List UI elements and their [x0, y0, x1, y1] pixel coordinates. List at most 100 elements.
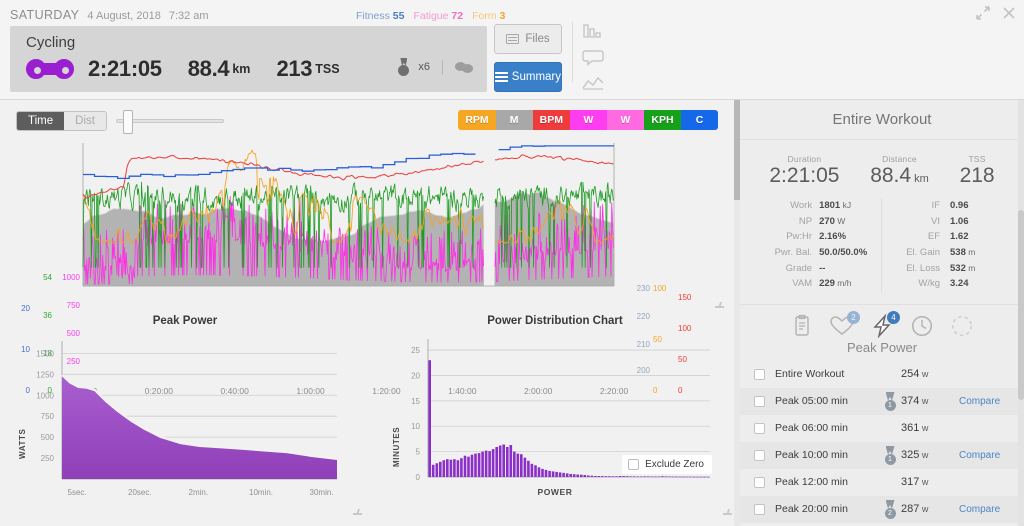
comments-icon[interactable] — [455, 60, 473, 74]
svg-text:1500: 1500 — [36, 349, 54, 358]
stat-value: 3.24 — [947, 276, 1012, 292]
exclude-zero-checkbox[interactable] — [628, 459, 639, 470]
heart-icon[interactable]: 2 — [828, 314, 856, 338]
compare-link[interactable]: Compare — [959, 450, 1000, 461]
svg-text:250: 250 — [41, 454, 55, 463]
legend-button-w-4[interactable]: W — [607, 110, 644, 130]
time-mode-button[interactable]: Time — [17, 112, 64, 130]
axis-mode-toggle[interactable]: Time Dist — [16, 111, 107, 131]
power-distribution-xlabel: POWER — [537, 487, 572, 497]
compare-link[interactable]: Compare — [959, 396, 1000, 407]
activity-card[interactable]: Cycling 2:21:05 88.4 km 213 TSS x — [10, 26, 487, 92]
legend-button-w-3[interactable]: W — [570, 110, 607, 130]
medal-icon — [397, 58, 409, 76]
clock-icon[interactable] — [908, 314, 936, 338]
peak-power-plot[interactable]: WATTS 2505007501000125015005sec.20sec.2m… — [0, 327, 370, 507]
table-row[interactable]: Peak 20:00 min2287 wCompare — [740, 496, 1024, 523]
series-legend: RPMMBPMWWKPHC — [458, 110, 718, 130]
stat-row: W/kg3.24 — [882, 276, 1012, 292]
stat-unit: m — [966, 247, 975, 257]
date-label: 4 August, 2018 — [87, 10, 160, 22]
dist-mode-button[interactable]: Dist — [64, 112, 106, 130]
dashed-circle-icon[interactable] — [948, 314, 976, 338]
table-row[interactable]: Peak 10:00 min1325 wCompare — [740, 442, 1024, 469]
power-distribution-plot[interactable]: MINUTES 0510152025 POWER Exclude Zero — [370, 327, 740, 507]
stat-row: El. Loss532 m — [882, 261, 1012, 277]
legend-button-m-1[interactable]: M — [496, 110, 533, 130]
summary-panel-scrollbar[interactable] — [1018, 100, 1024, 526]
main-chart-area: Time Dist RPMMBPMWWKPHC 20 10 0 54 36 18… — [0, 100, 740, 526]
clipboard-icon[interactable] — [788, 314, 816, 338]
peak-power-resize-handle[interactable] — [352, 506, 362, 516]
stat-value: 1801 kJ — [819, 198, 881, 214]
timeline-resize-handle[interactable] — [714, 299, 724, 309]
legend-button-bpm-2[interactable]: BPM — [533, 110, 570, 130]
table-row[interactable]: Peak 05:00 min1374 wCompare — [740, 388, 1024, 415]
expand-icon[interactable] — [976, 6, 990, 20]
stat-row: Pw:Hr2.16% — [752, 229, 881, 245]
exclude-zero-toggle[interactable]: Exclude Zero — [622, 455, 712, 474]
row-unit: w — [919, 396, 928, 406]
svg-text:10min.: 10min. — [249, 488, 273, 497]
table-row[interactable]: Entire Workout 254 w — [740, 361, 1024, 388]
summary-button-label: Summary — [512, 71, 561, 83]
headline-stat-value: 218 — [960, 164, 995, 188]
row-value: 325 w — [901, 449, 959, 461]
legend-button-rpm-0[interactable]: RPM — [458, 110, 495, 130]
headline-stat-label: TSS — [960, 154, 995, 164]
row-checkbox[interactable] — [754, 504, 765, 515]
comment-icon[interactable] — [580, 48, 606, 66]
trend-chart-icon[interactable] — [580, 74, 606, 92]
compare-link[interactable]: Compare — [959, 504, 1000, 515]
legend-button-c-6[interactable]: C — [681, 110, 718, 130]
lightning-icon[interactable]: 4 — [868, 314, 896, 338]
headline-stat-value: 88.4 km — [870, 164, 929, 188]
table-row[interactable]: Peak 06:00 min361 w — [740, 415, 1024, 442]
stat-key: Pw:Hr — [752, 229, 819, 245]
activity-tss: 213 — [276, 56, 312, 82]
power-distribution-resize-handle[interactable] — [722, 506, 732, 516]
close-icon[interactable] — [1002, 6, 1016, 20]
stat-key: VI — [882, 214, 947, 230]
summary-button[interactable]: Summary — [494, 62, 562, 92]
row-medal-slot: 1 — [879, 392, 901, 411]
svg-text:20: 20 — [411, 371, 420, 380]
row-checkbox[interactable] — [754, 450, 765, 461]
headline-stat-label: Duration — [769, 154, 839, 164]
power-distribution-ylabel: MINUTES — [392, 427, 401, 467]
date-header: SATURDAY 4 August, 2018 7:32 am — [10, 8, 209, 24]
scrollbar-thumb[interactable] — [1018, 210, 1024, 400]
files-button-label: Files — [525, 33, 549, 45]
fatigue-label: Fatigue — [413, 10, 448, 22]
exclude-zero-label: Exclude Zero — [645, 459, 704, 470]
workout-timeline-chart[interactable] — [0, 138, 740, 318]
heart-badge: 2 — [847, 311, 860, 324]
fitness-value: 55 — [393, 10, 405, 22]
row-label: Entire Workout — [775, 368, 879, 380]
stat-row: VI1.06 — [882, 214, 1012, 230]
stat-key: Pwr. Bal. — [752, 245, 819, 261]
row-checkbox[interactable] — [754, 396, 765, 407]
row-value: 254 w — [901, 368, 959, 380]
peak-section-title: Peak Power — [740, 340, 1024, 355]
svg-text:1000: 1000 — [36, 391, 54, 400]
legend-button-kph-5[interactable]: KPH — [644, 110, 681, 130]
detail-stats-right: IF0.96VI1.06EF1.62El. Gain538 mEl. Loss5… — [882, 198, 1012, 292]
stat-value: 532 m — [947, 261, 1012, 277]
workout-detail-window: SATURDAY 4 August, 2018 7:32 am Fitness … — [0, 0, 1024, 526]
peak-power-table: Entire Workout254 wPeak 05:00 min1374 wC… — [740, 361, 1024, 526]
stat-key: IF — [882, 198, 947, 214]
stat-unit: kJ — [840, 200, 851, 210]
headline-stats: Duration2:21:05Distance88.4 kmTSS218 — [740, 154, 1024, 188]
row-checkbox[interactable] — [754, 477, 765, 488]
zoom-slider-handle[interactable] — [123, 110, 133, 134]
activity-title: Cycling — [26, 34, 75, 51]
bar-chart-icon[interactable] — [580, 22, 606, 40]
zoom-slider[interactable] — [116, 119, 224, 123]
files-button[interactable]: Files — [494, 24, 562, 54]
toolbar-icon-group — [580, 22, 606, 92]
row-checkbox[interactable] — [754, 369, 765, 380]
row-checkbox[interactable] — [754, 423, 765, 434]
stat-value: -- — [819, 261, 881, 277]
table-row[interactable]: Peak 12:00 min317 w — [740, 469, 1024, 496]
